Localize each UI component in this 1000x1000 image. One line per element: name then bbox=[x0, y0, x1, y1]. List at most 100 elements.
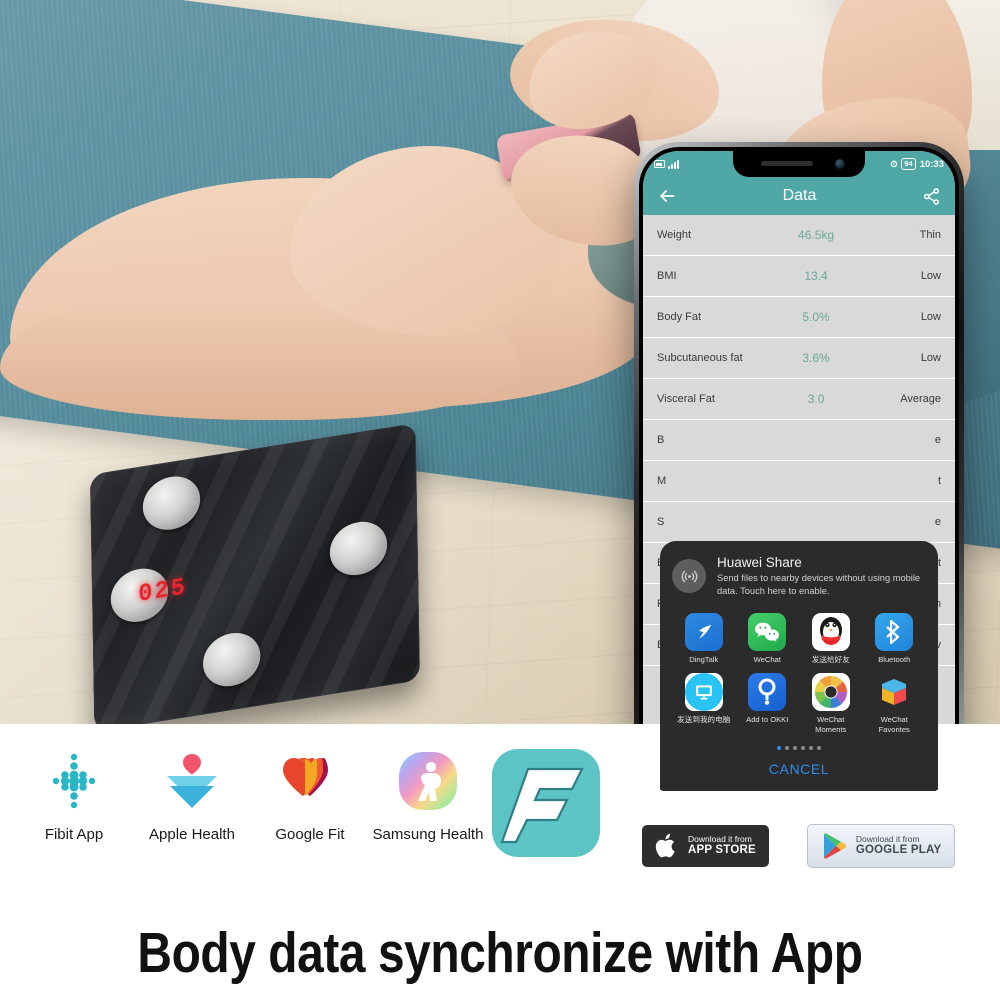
app-logo-google-fit: Google Fit bbox=[254, 744, 366, 843]
share-app-item[interactable]: WeChat Moments bbox=[799, 673, 863, 734]
send-to-pc-icon[interactable] bbox=[684, 673, 723, 712]
signal-bars-icon bbox=[668, 159, 679, 169]
share-app-grid: DingTalk WeChat 发送给好友 Bluetooth 发送到我的电脑 Add t… bbox=[672, 612, 927, 734]
row-status: Low bbox=[920, 352, 941, 364]
page-dot[interactable] bbox=[817, 746, 821, 750]
share-app-label: 发送给好友 bbox=[811, 654, 850, 664]
share-app-label: DingTalk bbox=[689, 654, 719, 664]
row-status: Low bbox=[920, 270, 941, 282]
google-play-badge[interactable]: Download it from GOOGLE PLAY bbox=[806, 824, 956, 868]
share-app-label: WeChat Favorites bbox=[878, 715, 910, 734]
share-app-label: Add to OKKI bbox=[746, 715, 789, 725]
row-status: e bbox=[934, 516, 941, 528]
row-label: S bbox=[657, 516, 665, 528]
badge-large-text: APP STORE bbox=[688, 844, 756, 857]
share-app-item[interactable]: Add to OKKI bbox=[736, 673, 800, 734]
cancel-button[interactable]: CANCEL bbox=[769, 761, 829, 777]
table-row[interactable]: Subcutaneous fat 3.6% Low bbox=[643, 338, 955, 379]
app-logo-samsung-health: Samsung Health bbox=[372, 744, 484, 843]
row-label: BMI bbox=[657, 270, 677, 282]
table-row[interactable]: Se bbox=[643, 502, 955, 543]
table-row[interactable]: Be bbox=[643, 420, 955, 461]
row-label: Subcutaneous fat bbox=[657, 352, 743, 364]
okki-icon[interactable] bbox=[748, 673, 787, 712]
headline: Body data synchronize with App bbox=[137, 921, 863, 985]
battery-indicator: 94 bbox=[901, 158, 916, 170]
table-row[interactable]: Mt bbox=[643, 461, 955, 502]
wechat-favorites-icon[interactable] bbox=[875, 673, 914, 712]
row-status: Low bbox=[920, 311, 941, 323]
store-badges: Download it from APP STORE Download it f… bbox=[642, 824, 956, 868]
smartphone-mockup: ⏱ 94 10:33 Data Weight 46.5kg Thin BMI 13.4 L… bbox=[634, 142, 964, 804]
share-app-label: Bluetooth bbox=[878, 654, 911, 664]
table-row[interactable]: Body Fat 5.0% Low bbox=[643, 297, 955, 338]
row-value: 3.0 bbox=[807, 392, 825, 406]
share-app-item[interactable]: 发送到我的电脑 bbox=[672, 673, 736, 734]
app-logo-label: Apple Health bbox=[149, 826, 235, 843]
wechat-moments-icon[interactable] bbox=[811, 673, 850, 712]
smart-scale-product: 025 bbox=[70, 422, 470, 724]
bluetooth-icon[interactable] bbox=[875, 612, 914, 651]
page-dot[interactable] bbox=[785, 746, 789, 750]
row-label: Weight bbox=[657, 229, 692, 241]
app-logo-label: Google Fit bbox=[275, 826, 345, 843]
row-value: 46.5kg bbox=[798, 228, 835, 242]
fitdays-f-logo bbox=[487, 744, 605, 862]
page-dot[interactable] bbox=[801, 746, 805, 750]
share-app-item[interactable]: WeChat bbox=[736, 612, 800, 664]
row-label: M bbox=[657, 475, 667, 487]
phone-notch bbox=[733, 151, 865, 177]
row-status: t bbox=[937, 475, 941, 487]
nfc-wireless-icon[interactable] bbox=[672, 559, 706, 594]
back-arrow-icon[interactable] bbox=[657, 186, 677, 206]
share-app-label: WeChat bbox=[753, 654, 781, 664]
share-app-label: 发送到我的电脑 bbox=[677, 715, 731, 725]
share-app-item[interactable]: WeChat Favorites bbox=[863, 673, 927, 734]
share-app-item[interactable]: Bluetooth bbox=[863, 612, 927, 664]
fitbit-logo bbox=[37, 744, 111, 818]
app-store-badge[interactable]: Download it from APP STORE bbox=[642, 825, 769, 867]
share-app-item[interactable]: 发送给好友 bbox=[799, 612, 863, 664]
scale-glass-platform bbox=[89, 422, 421, 724]
page-dot[interactable] bbox=[793, 746, 797, 750]
badge-small-text: Download it from bbox=[688, 833, 752, 844]
dingtalk-icon[interactable] bbox=[684, 612, 723, 651]
share-app-label: WeChat Moments bbox=[815, 715, 847, 734]
app-logo-fitdays bbox=[490, 744, 602, 870]
table-row[interactable]: BMI 13.4 Low bbox=[643, 256, 955, 297]
row-value: 5.0% bbox=[802, 310, 830, 324]
row-status: e bbox=[934, 434, 941, 446]
row-value: 13.4 bbox=[804, 269, 828, 283]
page-dot[interactable] bbox=[809, 746, 813, 750]
table-row[interactable]: Weight 46.5kg Thin bbox=[643, 215, 955, 256]
compatible-apps-row: Fibit App Apple Health Google Fit Samsun… bbox=[18, 744, 618, 870]
badge-large-text: GOOGLE PLAY bbox=[855, 844, 942, 857]
app-logo-fitbit: Fibit App bbox=[18, 744, 130, 843]
apple-health-logo bbox=[155, 744, 229, 818]
row-status: Thin bbox=[919, 229, 941, 241]
alarm-icon: ⏱ bbox=[890, 158, 898, 169]
share-icon[interactable] bbox=[922, 187, 941, 206]
apple-icon bbox=[655, 833, 675, 858]
row-label: Visceral Fat bbox=[657, 393, 715, 405]
sim-card-icon bbox=[654, 160, 665, 168]
page-indicator-dots bbox=[672, 740, 926, 754]
wechat-icon[interactable] bbox=[748, 612, 787, 651]
badge-small-text: Download it from bbox=[855, 833, 920, 844]
google-fit-logo bbox=[273, 744, 347, 818]
share-app-item[interactable]: DingTalk bbox=[672, 612, 736, 664]
hand-top bbox=[521, 23, 664, 137]
earpiece-speaker bbox=[761, 161, 813, 166]
app-logo-label: Fibit App bbox=[44, 826, 104, 843]
row-label: B bbox=[657, 434, 665, 446]
app-bar: Data bbox=[643, 177, 955, 215]
page-dot[interactable] bbox=[777, 746, 781, 750]
row-value: 3.6% bbox=[802, 351, 830, 365]
app-logo-label: Samsung Health bbox=[372, 826, 484, 843]
share-sheet-title: Huawei Share bbox=[717, 555, 802, 571]
samsung-health-logo bbox=[391, 744, 465, 818]
huawei-share-sheet: Huawei Share Send files to nearby device… bbox=[660, 541, 938, 791]
table-row[interactable]: Visceral Fat 3.0 Average bbox=[643, 379, 955, 420]
google-play-icon bbox=[823, 833, 846, 859]
qq-icon[interactable] bbox=[811, 612, 850, 651]
